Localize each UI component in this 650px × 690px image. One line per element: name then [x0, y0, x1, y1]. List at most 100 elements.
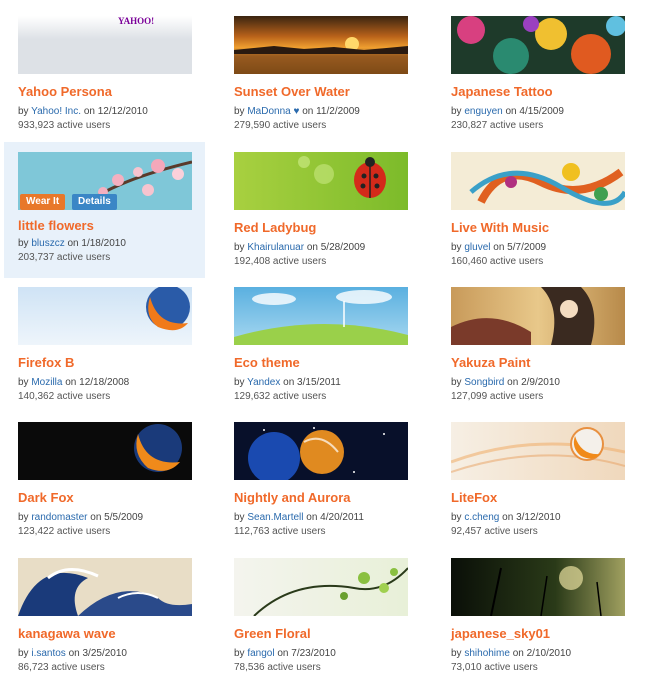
theme-thumbnail[interactable] — [234, 16, 408, 74]
theme-date: 3/12/2010 — [516, 512, 561, 523]
theme-date: 2/10/2010 — [526, 648, 572, 659]
theme-title[interactable]: Sunset Over Water — [234, 84, 350, 99]
theme-title[interactable]: Eco theme — [234, 355, 300, 370]
author-link[interactable]: Yahoo! Inc. — [31, 106, 81, 117]
theme-card: Sunset Over Water by MaDonna ♥ on 11/2/2… — [234, 16, 429, 148]
theme-date: 12/12/2010 — [97, 106, 148, 117]
author-link[interactable]: Songbird — [464, 377, 504, 388]
author-link[interactable]: c.cheng — [464, 512, 499, 523]
author-link[interactable]: i.santos — [31, 648, 65, 659]
theme-thumbnail[interactable] — [234, 422, 408, 480]
theme-thumbnail[interactable] — [234, 287, 408, 345]
theme-thumbnail[interactable] — [451, 558, 625, 616]
author-link[interactable]: gluvel — [464, 242, 490, 253]
theme-meta: by c.cheng on 3/12/2010 — [451, 512, 561, 523]
theme-date: 4/20/2011 — [320, 512, 364, 523]
theme-thumbnail[interactable] — [451, 287, 625, 345]
theme-date: 11/2/2009 — [316, 106, 360, 117]
litefox-image — [451, 427, 625, 473]
active-users: 123,422 active users — [18, 526, 111, 537]
theme-meta: by Songbird on 2/9/2010 — [451, 377, 560, 388]
active-users: 933,923 active users — [18, 120, 111, 131]
theme-title[interactable]: Yakuza Paint — [451, 355, 530, 370]
theme-card-hovered: Wear It Details little flowers by bluszc… — [4, 142, 205, 278]
theme-meta: by fangol on 7/23/2010 — [234, 648, 336, 659]
theme-card: Live With Music by gluvel on 5/7/2009 16… — [451, 152, 646, 284]
active-users: 203,737 active users — [18, 252, 111, 263]
theme-title[interactable]: Red Ladybug — [234, 220, 316, 235]
theme-thumbnail[interactable] — [18, 287, 192, 345]
yakuza-image — [451, 287, 595, 345]
theme-title[interactable]: kanagawa wave — [18, 626, 116, 641]
theme-card: Eco theme by Yandex on 3/15/2011 129,632… — [234, 287, 429, 419]
yahoo-logo: YAHOO! — [118, 16, 155, 26]
theme-card: Nightly and Aurora by Sean.Martell on 4/… — [234, 422, 429, 554]
theme-title[interactable]: Nightly and Aurora — [234, 490, 351, 505]
author-link[interactable]: Khairulanuar — [247, 242, 304, 253]
theme-thumbnail[interactable] — [451, 16, 625, 74]
active-users: 140,362 active users — [18, 391, 111, 402]
author-link[interactable]: randomaster — [31, 512, 87, 523]
eco-image — [234, 290, 408, 345]
active-users: 279,590 active users — [234, 120, 327, 131]
theme-card: Red Ladybug by Khairulanuar on 5/28/2009… — [234, 152, 429, 284]
japanese-sky-image — [490, 566, 602, 616]
author-link[interactable]: shihohime — [464, 648, 510, 659]
theme-card: Dark Fox by randomaster on 5/5/2009 123,… — [18, 422, 213, 554]
theme-card: Green Floral by fangol on 7/23/2010 78,5… — [234, 558, 429, 690]
theme-card: Firefox B by Mozilla on 12/18/2008 140,3… — [18, 287, 213, 419]
active-users: 160,460 active users — [451, 256, 544, 267]
theme-meta: by enguyen on 4/15/2009 — [451, 106, 564, 117]
theme-thumbnail[interactable] — [18, 422, 192, 480]
firefox-logo-image — [146, 287, 190, 331]
theme-card: japanese_sky01 by shihohime on 2/10/2010… — [451, 558, 646, 690]
author-link[interactable]: fangol — [247, 648, 274, 659]
theme-card: LiteFox by c.cheng on 3/12/2010 92,457 a… — [451, 422, 646, 554]
theme-thumbnail[interactable] — [451, 422, 625, 480]
theme-title[interactable]: Firefox B — [18, 355, 74, 370]
theme-thumbnail[interactable] — [234, 152, 408, 210]
music-image — [469, 163, 625, 206]
theme-title[interactable]: little flowers — [18, 218, 94, 233]
theme-card: YAHOO! Yahoo Persona by Yahoo! Inc. on 1… — [18, 16, 213, 148]
theme-title[interactable]: LiteFox — [451, 490, 497, 505]
theme-meta: by i.santos on 3/25/2010 — [18, 648, 127, 659]
active-users: 192,408 active users — [234, 256, 327, 267]
theme-thumbnail[interactable]: Wear It Details — [18, 152, 192, 210]
wear-it-button[interactable]: Wear It — [20, 194, 66, 210]
theme-meta: by gluvel on 5/7/2009 — [451, 242, 547, 253]
theme-title[interactable]: japanese_sky01 — [451, 626, 550, 641]
author-link[interactable]: Sean.Martell — [247, 512, 303, 523]
tattoo-image — [457, 16, 625, 74]
dark-fox-image — [134, 424, 182, 472]
active-users: 230,827 active users — [451, 120, 544, 131]
theme-meta: by bluszcz on 1/18/2010 — [18, 238, 126, 249]
author-link[interactable]: bluszcz — [31, 238, 64, 249]
theme-thumbnail[interactable] — [234, 558, 408, 616]
active-users: 112,763 active users — [234, 526, 326, 537]
theme-meta: by Sean.Martell on 4/20/2011 — [234, 512, 364, 523]
theme-meta: by Mozilla on 12/18/2008 — [18, 377, 130, 388]
theme-title[interactable]: Yahoo Persona — [18, 84, 112, 99]
author-link[interactable]: MaDonna ♥ — [247, 106, 299, 117]
theme-date: 4/15/2009 — [519, 106, 564, 117]
sunset-image — [234, 37, 408, 74]
theme-meta: by Yandex on 3/15/2011 — [234, 377, 341, 388]
wave-image — [18, 568, 192, 616]
theme-title[interactable]: Japanese Tattoo — [451, 84, 553, 99]
theme-date: 1/18/2010 — [81, 238, 126, 249]
theme-thumbnail[interactable] — [451, 152, 625, 210]
theme-meta: by shihohime on 2/10/2010 — [451, 648, 572, 659]
theme-title[interactable]: Green Floral — [234, 626, 311, 641]
theme-date: 12/18/2008 — [79, 377, 130, 388]
theme-title[interactable]: Dark Fox — [18, 490, 74, 505]
details-button[interactable]: Details — [72, 194, 117, 210]
author-link[interactable]: enguyen — [464, 106, 502, 117]
theme-thumbnail[interactable] — [18, 558, 192, 616]
theme-title[interactable]: Live With Music — [451, 220, 549, 235]
theme-thumbnail[interactable]: YAHOO! — [18, 16, 192, 74]
author-link[interactable]: Yandex — [247, 377, 280, 388]
active-users: 92,457 active users — [451, 526, 538, 537]
theme-date: 5/28/2009 — [320, 242, 366, 253]
author-link[interactable]: Mozilla — [31, 377, 62, 388]
